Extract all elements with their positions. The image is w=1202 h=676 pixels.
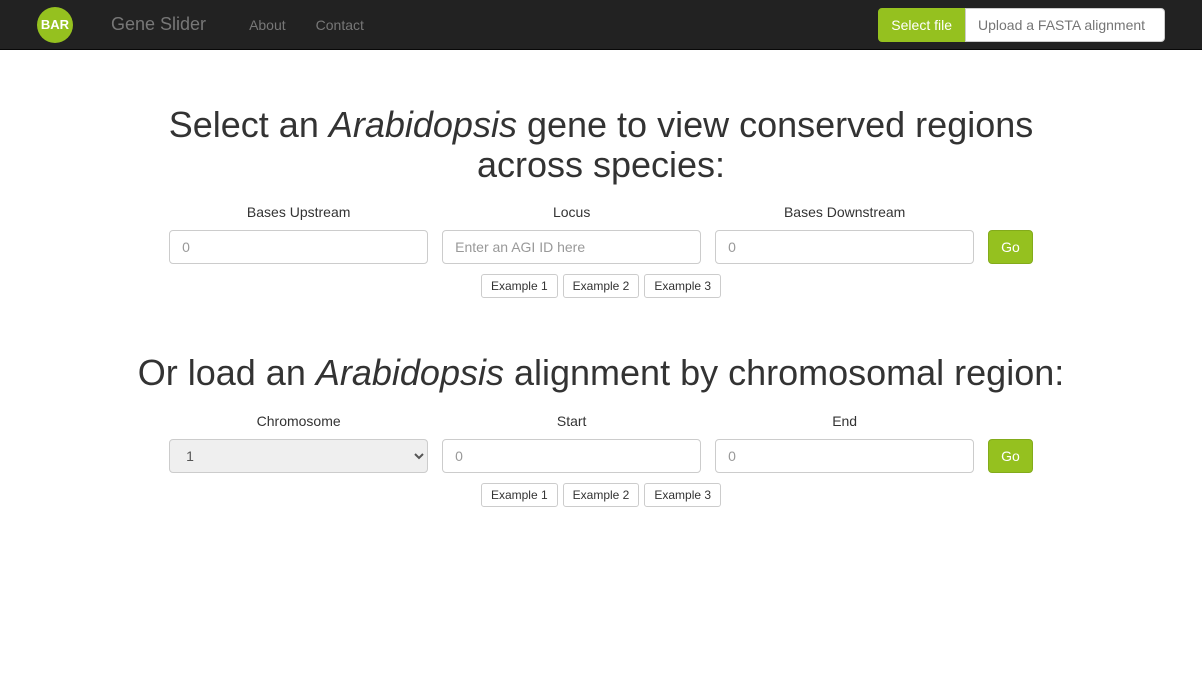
gene-form-row: Bases Upstream Locus Bases Downstream Go xyxy=(131,204,1071,264)
chromosome-label: Chromosome xyxy=(257,413,341,429)
navbar-upload-group: Select file xyxy=(878,8,1165,42)
heading-em: Arabidopsis xyxy=(329,104,517,145)
locus-input[interactable] xyxy=(442,230,701,264)
region-example-1-button[interactable]: Example 1 xyxy=(481,483,558,507)
chromosome-select[interactable]: 1 xyxy=(169,439,428,473)
select-file-button[interactable]: Select file xyxy=(878,8,965,42)
bar-logo-text: BAR xyxy=(41,17,69,32)
downstream-input[interactable] xyxy=(715,230,974,264)
heading-em: Arabidopsis xyxy=(316,352,504,393)
end-label: End xyxy=(832,413,857,429)
gene-go-button[interactable]: Go xyxy=(988,230,1033,264)
upstream-group: Bases Upstream xyxy=(169,204,428,264)
navbar: BAR Gene Slider About Contact Select fil… xyxy=(0,0,1202,50)
gene-example-2-button[interactable]: Example 2 xyxy=(563,274,640,298)
main-container: Select an Arabidopsis gene to view conse… xyxy=(116,105,1086,507)
start-group: Start xyxy=(442,413,701,473)
upstream-label: Bases Upstream xyxy=(247,204,350,220)
gene-example-1-button[interactable]: Example 1 xyxy=(481,274,558,298)
upload-fasta-input[interactable] xyxy=(965,8,1165,42)
heading-text: alignment by chromosomal region: xyxy=(504,352,1064,393)
bar-logo[interactable]: BAR xyxy=(37,7,73,43)
gene-examples-row: Example 1 Example 2 Example 3 xyxy=(131,274,1071,298)
contact-link[interactable]: Contact xyxy=(301,2,379,48)
heading-text: Select an xyxy=(169,104,329,145)
start-label: Start xyxy=(557,413,587,429)
app-title[interactable]: Gene Slider xyxy=(111,14,206,35)
gene-example-3-button[interactable]: Example 3 xyxy=(644,274,721,298)
heading-text: gene to view conserved regions across sp… xyxy=(477,104,1033,185)
downstream-group: Bases Downstream xyxy=(715,204,974,264)
region-go-button[interactable]: Go xyxy=(988,439,1033,473)
gene-section-heading: Select an Arabidopsis gene to view conse… xyxy=(131,105,1071,184)
end-input[interactable] xyxy=(715,439,974,473)
region-example-3-button[interactable]: Example 3 xyxy=(644,483,721,507)
upstream-input[interactable] xyxy=(169,230,428,264)
downstream-label: Bases Downstream xyxy=(784,204,905,220)
region-form-row: Chromosome 1 Start End Go xyxy=(131,413,1071,473)
region-examples-row: Example 1 Example 2 Example 3 xyxy=(131,483,1071,507)
about-link[interactable]: About xyxy=(234,2,301,48)
start-input[interactable] xyxy=(442,439,701,473)
region-section-heading: Or load an Arabidopsis alignment by chro… xyxy=(131,353,1071,393)
chromosome-group: Chromosome 1 xyxy=(169,413,428,473)
end-group: End xyxy=(715,413,974,473)
locus-label: Locus xyxy=(553,204,590,220)
heading-text: Or load an xyxy=(138,352,316,393)
region-example-2-button[interactable]: Example 2 xyxy=(563,483,640,507)
locus-group: Locus xyxy=(442,204,701,264)
